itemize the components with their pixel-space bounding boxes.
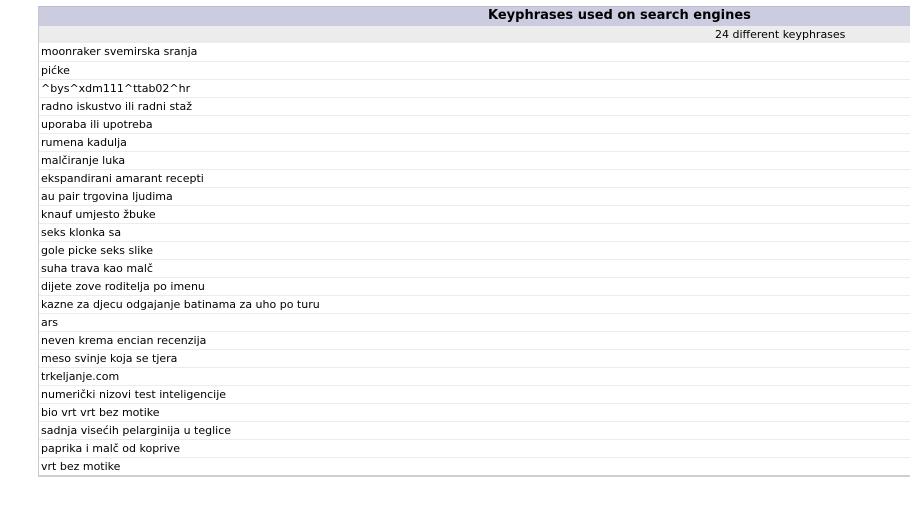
keyphrase-text: uporaba ili upotreba	[41, 118, 153, 131]
keyphrase-text: ^bys^xdm111^ttab02^hr	[41, 82, 191, 95]
list-item: pićke	[39, 61, 910, 79]
list-item: sadnja visećih pelarginija u teglice	[39, 421, 910, 439]
keyphrase-text: malčiranje luka	[41, 154, 126, 167]
keyphrase-text: sadnja visećih pelarginija u teglice	[41, 424, 232, 437]
keyphrase-text: dijete zove roditelja po imenu	[41, 280, 205, 293]
keyphrase-count-row: 24 different keyphrases	[39, 26, 910, 43]
list-item: paprika i malč od koprive	[39, 439, 910, 457]
keyphrase-text: ars	[41, 316, 58, 329]
keyphrase-text: trkeljanje.com	[41, 370, 120, 383]
list-item: bio vrt vrt bez motike	[39, 403, 910, 421]
list-item: trkeljanje.com	[39, 367, 910, 385]
keyphrase-text: rumena kadulja	[41, 136, 127, 149]
keyphrase-text: neven krema encian recenzija	[41, 334, 207, 347]
keyphrase-text: pićke	[41, 64, 70, 77]
list-item: kazne za djecu odgajanje batinama za uho…	[39, 295, 910, 313]
keyphrase-text: paprika i malč od koprive	[41, 442, 181, 455]
keyphrase-text: gole picke seks slike	[41, 244, 154, 257]
keyphrase-text: knauf umjesto žbuke	[41, 208, 156, 221]
keyphrase-text: seks klonka sa	[41, 226, 122, 239]
list-item: neven krema encian recenzija	[39, 331, 910, 349]
list-item: ekspandirani amarant recepti	[39, 169, 910, 187]
keyphrase-text: au pair trgovina ljudima	[41, 190, 173, 203]
list-item: moonraker svemirska sranja	[39, 43, 910, 61]
list-item: knauf umjesto žbuke	[39, 205, 910, 223]
keyphrases-panel: Keyphrases used on search engines 24 dif…	[38, 6, 910, 477]
list-item: gole picke seks slike	[39, 241, 910, 259]
keyphrase-text: radno iskustvo ili radni staž	[41, 100, 193, 113]
list-item: dijete zove roditelja po imenu	[39, 277, 910, 295]
keyphrase-text: kazne za djecu odgajanje batinama za uho…	[41, 298, 320, 311]
keyphrase-text: bio vrt vrt bez motike	[41, 406, 160, 419]
list-item: vrt bez motike	[39, 457, 910, 475]
list-item: meso svinje koja se tjera	[39, 349, 910, 367]
keyphrase-text: moonraker svemirska sranja	[41, 45, 198, 58]
list-item: radno iskustvo ili radni staž	[39, 97, 910, 115]
keyphrase-list: moonraker svemirska sranja pićke ^bys^xdm1…	[39, 43, 910, 475]
list-item: numerički nizovi test inteligencije	[39, 385, 910, 403]
keyphrase-text: vrt bez motike	[41, 460, 121, 473]
panel-title-bar: Keyphrases used on search engines	[39, 6, 910, 26]
panel-title: Keyphrases used on search engines	[488, 8, 751, 23]
keyphrase-text: suha trava kao malč	[41, 262, 153, 275]
keyphrase-text: numerički nizovi test inteligencije	[41, 388, 227, 401]
list-item: malčiranje luka	[39, 151, 910, 169]
list-item: ars	[39, 313, 910, 331]
list-item: rumena kadulja	[39, 133, 910, 151]
list-item: au pair trgovina ljudima	[39, 187, 910, 205]
list-item: uporaba ili upotreba	[39, 115, 910, 133]
keyphrase-count: 24 different keyphrases	[715, 28, 846, 41]
list-item: suha trava kao malč	[39, 259, 910, 277]
list-item: ^bys^xdm111^ttab02^hr	[39, 79, 910, 97]
keyphrase-text: meso svinje koja se tjera	[41, 352, 178, 365]
keyphrase-text: ekspandirani amarant recepti	[41, 172, 204, 185]
list-item: seks klonka sa	[39, 223, 910, 241]
